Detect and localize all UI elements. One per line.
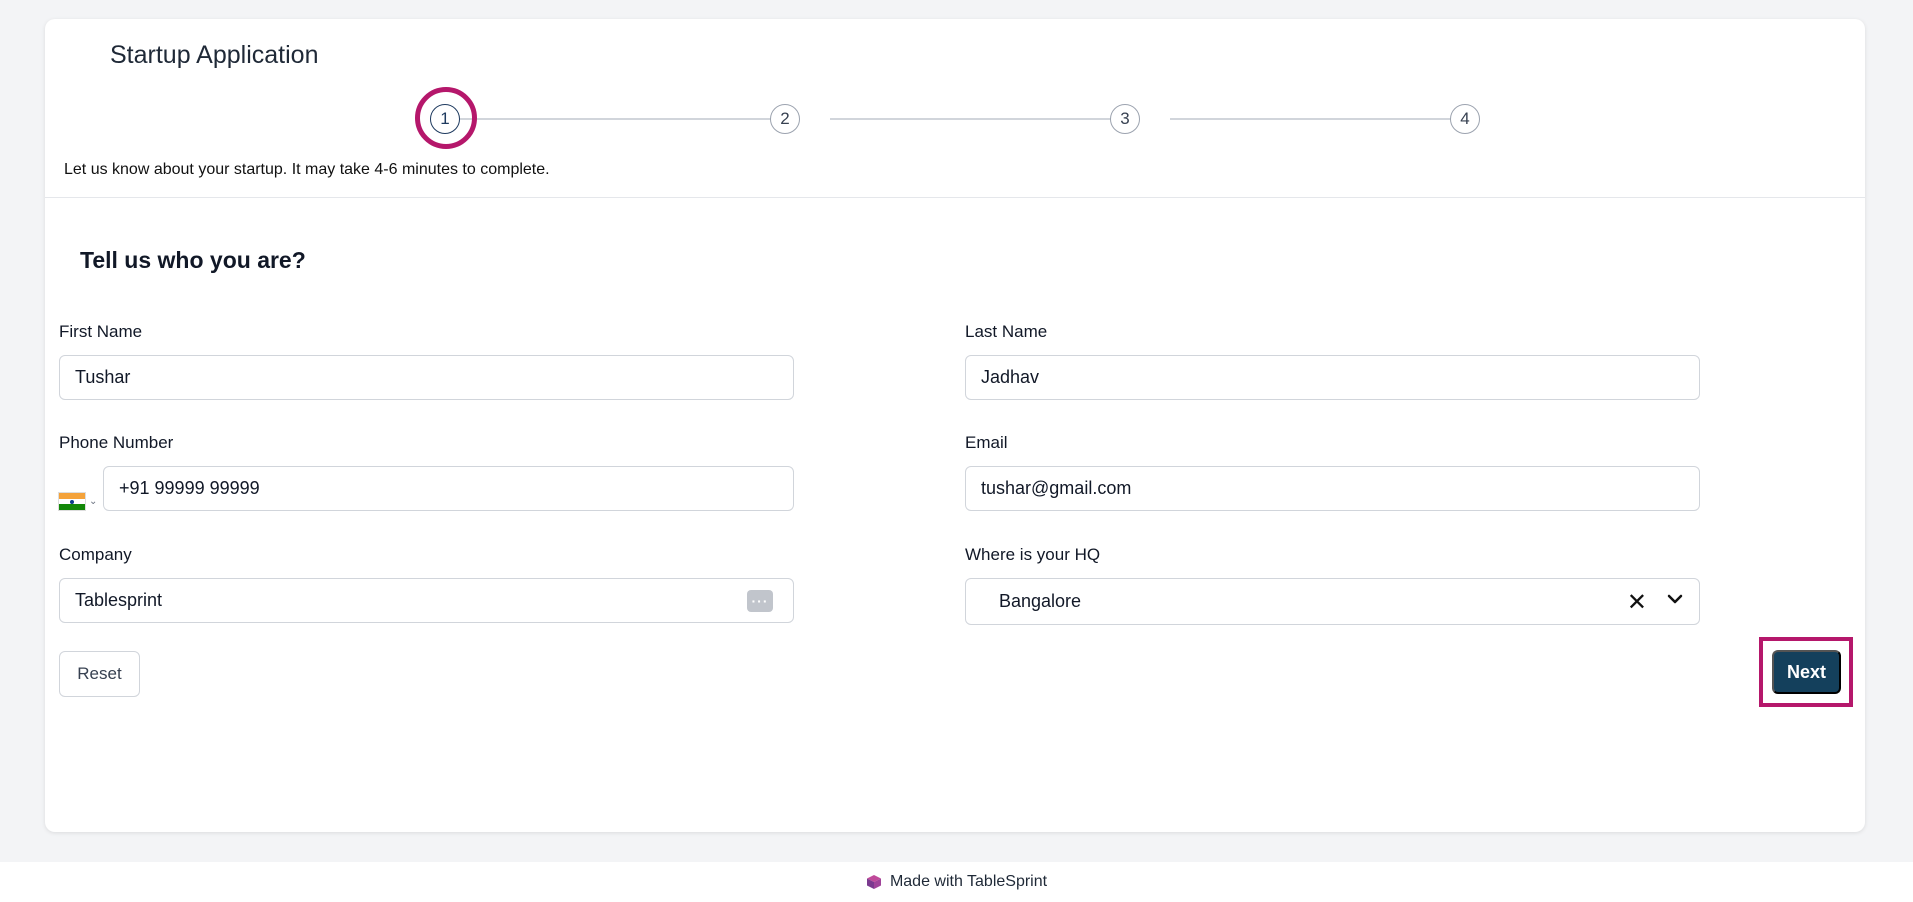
step-connector bbox=[1170, 118, 1470, 120]
phone-field[interactable]: +91 99999 99999 bbox=[103, 466, 794, 511]
last-name-label: Last Name bbox=[965, 322, 1048, 341]
phone-label: Phone Number bbox=[59, 433, 174, 452]
email-value: tushar@gmail.com bbox=[981, 478, 1132, 498]
company-label: Company bbox=[59, 545, 132, 564]
hq-select[interactable]: Bangalore ✕ bbox=[965, 578, 1700, 625]
last-name-field[interactable]: Jadhav bbox=[965, 355, 1700, 400]
email-field[interactable]: tushar@gmail.com bbox=[965, 466, 1700, 511]
clear-icon[interactable]: ✕ bbox=[1627, 588, 1647, 617]
step-3[interactable]: 3 bbox=[1110, 104, 1140, 134]
step-2[interactable]: 2 bbox=[770, 104, 800, 134]
more-dots-icon[interactable]: ··· bbox=[747, 590, 773, 612]
step-1-highlight-ring bbox=[415, 87, 477, 149]
stepper: 1 2 3 4 bbox=[45, 19, 1865, 169]
chevron-down-icon: ⌄ bbox=[89, 496, 98, 507]
india-flag-icon bbox=[58, 492, 86, 511]
application-card: Startup Application 1 2 3 4 Let us know … bbox=[45, 19, 1865, 832]
company-field[interactable]: Tablesprint ··· bbox=[59, 578, 794, 623]
section-title: Tell us who you are? bbox=[80, 247, 306, 273]
tablesprint-logo-icon bbox=[866, 875, 881, 889]
next-button[interactable]: Next bbox=[1772, 650, 1841, 694]
first-name-field[interactable]: Tushar bbox=[59, 355, 794, 400]
phone-value: +91 99999 99999 bbox=[119, 478, 260, 498]
step-connector bbox=[830, 118, 1125, 120]
first-name-label: First Name bbox=[59, 322, 143, 341]
hq-label: Where is your HQ bbox=[965, 545, 1101, 564]
divider bbox=[45, 197, 1865, 198]
last-name-value: Jadhav bbox=[981, 367, 1040, 387]
country-code-selector[interactable]: ⌄ bbox=[58, 479, 98, 524]
reset-button[interactable]: Reset bbox=[59, 651, 140, 697]
chevron-down-icon[interactable] bbox=[1663, 587, 1687, 611]
step-4[interactable]: 4 bbox=[1450, 104, 1480, 134]
email-label: Email bbox=[965, 433, 1008, 452]
company-value: Tablesprint bbox=[75, 590, 163, 610]
hq-value: Bangalore bbox=[999, 591, 1082, 611]
step-connector bbox=[460, 118, 780, 120]
intro-text: Let us know about your startup. It may t… bbox=[64, 161, 550, 178]
footer-text[interactable]: Made with TableSprint bbox=[890, 873, 1047, 891]
first-name-value: Tushar bbox=[75, 367, 131, 387]
footer: Made with TableSprint bbox=[0, 862, 1913, 902]
